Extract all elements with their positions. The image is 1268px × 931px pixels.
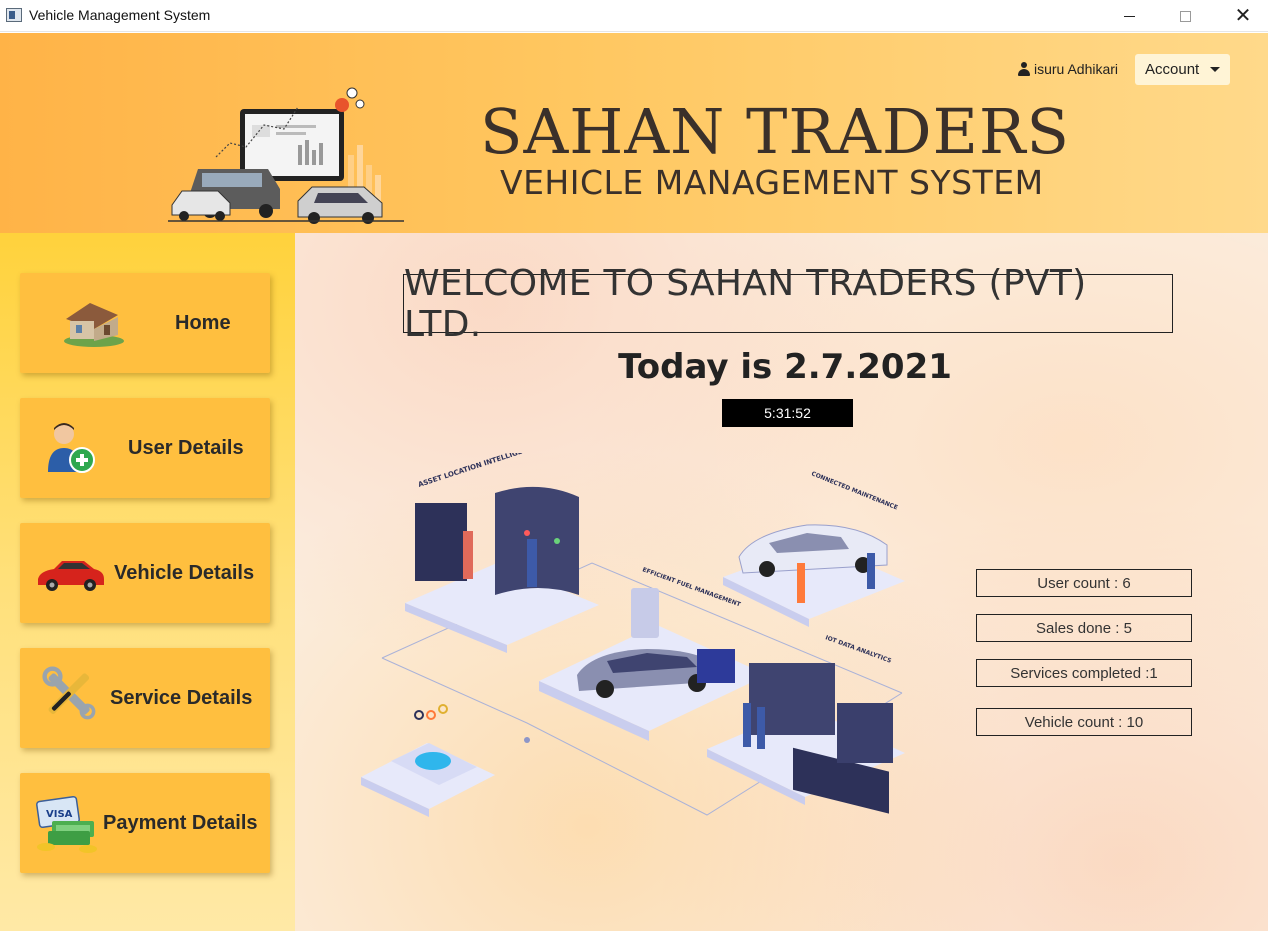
sidebar-item-label: Vehicle Details [114, 562, 255, 584]
sidebar-item-user-details[interactable]: User Details [20, 398, 270, 498]
house-icon [64, 303, 124, 347]
label-iot: IOT DATA ANALYTICS [824, 634, 892, 664]
fleet-management-illustration: ASSET LOCATION INTELLIGENCE EFFICIENT FU… [361, 453, 905, 817]
brand-title: SAHAN TRADERS [480, 95, 1070, 168]
stat-user-count: User count : 6 [976, 569, 1192, 597]
minimize-button[interactable] [1106, 0, 1152, 32]
dashboard-main: WELCOME TO SAHAN TRADERS (PVT) LTD. Toda… [295, 233, 1268, 931]
sidebar: Home User Details Vehicle Details Servic… [0, 233, 295, 931]
user-info: isuru Adhikari [1018, 61, 1118, 77]
sidebar-item-label: Home [175, 312, 231, 334]
sidebar-item-payment-details[interactable]: VISA Payment Details [20, 773, 270, 873]
welcome-banner: WELCOME TO SAHAN TRADERS (PVT) LTD. [403, 263, 1173, 345]
sidebar-item-vehicle-details[interactable]: Vehicle Details [20, 523, 270, 623]
sidebar-item-service-details[interactable]: Service Details [20, 648, 270, 748]
fleet-logo-illustration [168, 87, 404, 224]
account-dropdown[interactable]: Account [1135, 54, 1230, 85]
add-user-icon [48, 423, 95, 473]
stat-vehicle-count: Vehicle count : 10 [976, 708, 1192, 736]
brand-subtitle: VEHICLE MANAGEMENT SYSTEM [500, 163, 1044, 202]
close-icon: ✕ [1234, 5, 1252, 27]
sidebar-item-label: Payment Details [103, 812, 258, 834]
label-maintenance: CONNECTED MAINTENANCE [810, 470, 898, 511]
window-title: Vehicle Management System [29, 7, 211, 23]
user-name: isuru Adhikari [1034, 61, 1119, 77]
svg-text:VISA: VISA [46, 809, 73, 820]
sidebar-item-home[interactable]: Home [20, 273, 270, 373]
clock-display: 5:31:52 [722, 399, 853, 427]
minimize-icon [1123, 15, 1135, 17]
user-icon [1018, 62, 1030, 76]
stat-sales-done: Sales done : 5 [976, 614, 1192, 642]
window-titlebar: Vehicle Management System ✕ [0, 0, 1268, 32]
app-icon [6, 8, 22, 22]
car-icon [38, 561, 104, 591]
close-button[interactable]: ✕ [1220, 0, 1266, 32]
sidebar-item-label: Service Details [110, 687, 253, 709]
header-banner: SAHAN TRADERS VEHICLE MANAGEMENT SYSTEM … [0, 33, 1268, 233]
stat-services-completed: Services completed :1 [976, 659, 1192, 687]
label-asset: ASSET LOCATION INTELLIGENCE [417, 453, 538, 489]
tools-icon [42, 666, 96, 720]
maximize-icon [1179, 10, 1191, 22]
account-label: Account [1145, 61, 1200, 78]
chevron-down-icon [1210, 67, 1221, 72]
payment-icon: VISA [36, 795, 97, 853]
today-date: Today is 2.7.2021 [618, 347, 952, 387]
maximize-button[interactable] [1162, 0, 1208, 32]
sidebar-item-label: User Details [128, 437, 244, 459]
